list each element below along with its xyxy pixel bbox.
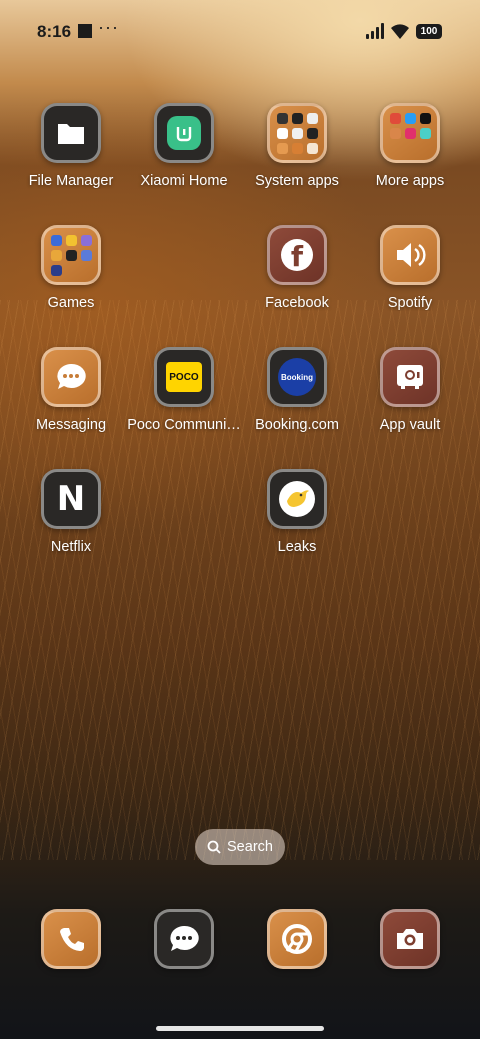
folder-grid-icon <box>267 103 327 163</box>
wifi-icon <box>391 24 409 39</box>
app-folder-system-apps[interactable]: System apps <box>241 103 353 223</box>
clock: 8:16 <box>37 22 72 41</box>
netflix-icon: N <box>41 469 101 529</box>
folder-icon <box>41 103 101 163</box>
phone-icon <box>41 909 101 969</box>
status-bar: 8:16 ··· 100 <box>0 0 480 64</box>
app-messaging[interactable]: Messaging <box>15 347 127 467</box>
mi-home-icon <box>154 103 214 163</box>
speaker-icon <box>380 225 440 285</box>
facebook-icon: f <box>267 225 327 285</box>
app-facebook[interactable]: f Facebook <box>241 225 353 345</box>
search-button[interactable]: Search <box>195 829 285 865</box>
signal-icon <box>366 23 386 39</box>
dock-browser[interactable] <box>241 909 353 1029</box>
app-label: Games <box>47 295 95 311</box>
more-notifications-icon: ··· <box>98 17 119 37</box>
app-folder-more-apps[interactable]: More apps <box>354 103 466 223</box>
poco-icon: POCO <box>154 347 214 407</box>
booking-icon: Booking <box>267 347 327 407</box>
chrome-icon <box>267 909 327 969</box>
app-leaks[interactable]: Leaks <box>241 469 353 589</box>
bird-icon <box>267 469 327 529</box>
app-poco-community[interactable]: POCO Poco Communi… <box>127 347 241 467</box>
folder-grid-icon <box>380 103 440 163</box>
app-xiaomi-home[interactable]: Xiaomi Home <box>128 103 240 223</box>
app-label: App vault <box>379 417 441 433</box>
app-spotify[interactable]: Spotify <box>354 225 466 345</box>
app-file-manager[interactable]: File Manager <box>15 103 127 223</box>
app-netflix[interactable]: N Netflix <box>15 469 127 589</box>
app-folder-games[interactable]: Games <box>15 225 127 345</box>
chat-icon <box>41 347 101 407</box>
recording-icon <box>78 24 92 38</box>
folder-grid-icon <box>41 225 101 285</box>
app-booking[interactable]: Booking Booking.com <box>241 347 353 467</box>
chat-icon <box>154 909 214 969</box>
vault-icon <box>380 347 440 407</box>
battery-icon: 100 <box>416 24 442 39</box>
app-label: More apps <box>375 173 445 189</box>
app-label: Spotify <box>387 295 433 311</box>
dock-camera[interactable] <box>354 909 466 1029</box>
app-app-vault[interactable]: App vault <box>354 347 466 467</box>
app-label: Netflix <box>50 539 92 555</box>
dock-messages[interactable] <box>128 909 240 1029</box>
camera-icon <box>380 909 440 969</box>
gesture-home-bar[interactable] <box>156 1026 324 1031</box>
search-icon <box>207 840 221 854</box>
app-label: Leaks <box>277 539 317 555</box>
dock-phone[interactable] <box>15 909 127 1029</box>
search-label: Search <box>227 839 273 855</box>
